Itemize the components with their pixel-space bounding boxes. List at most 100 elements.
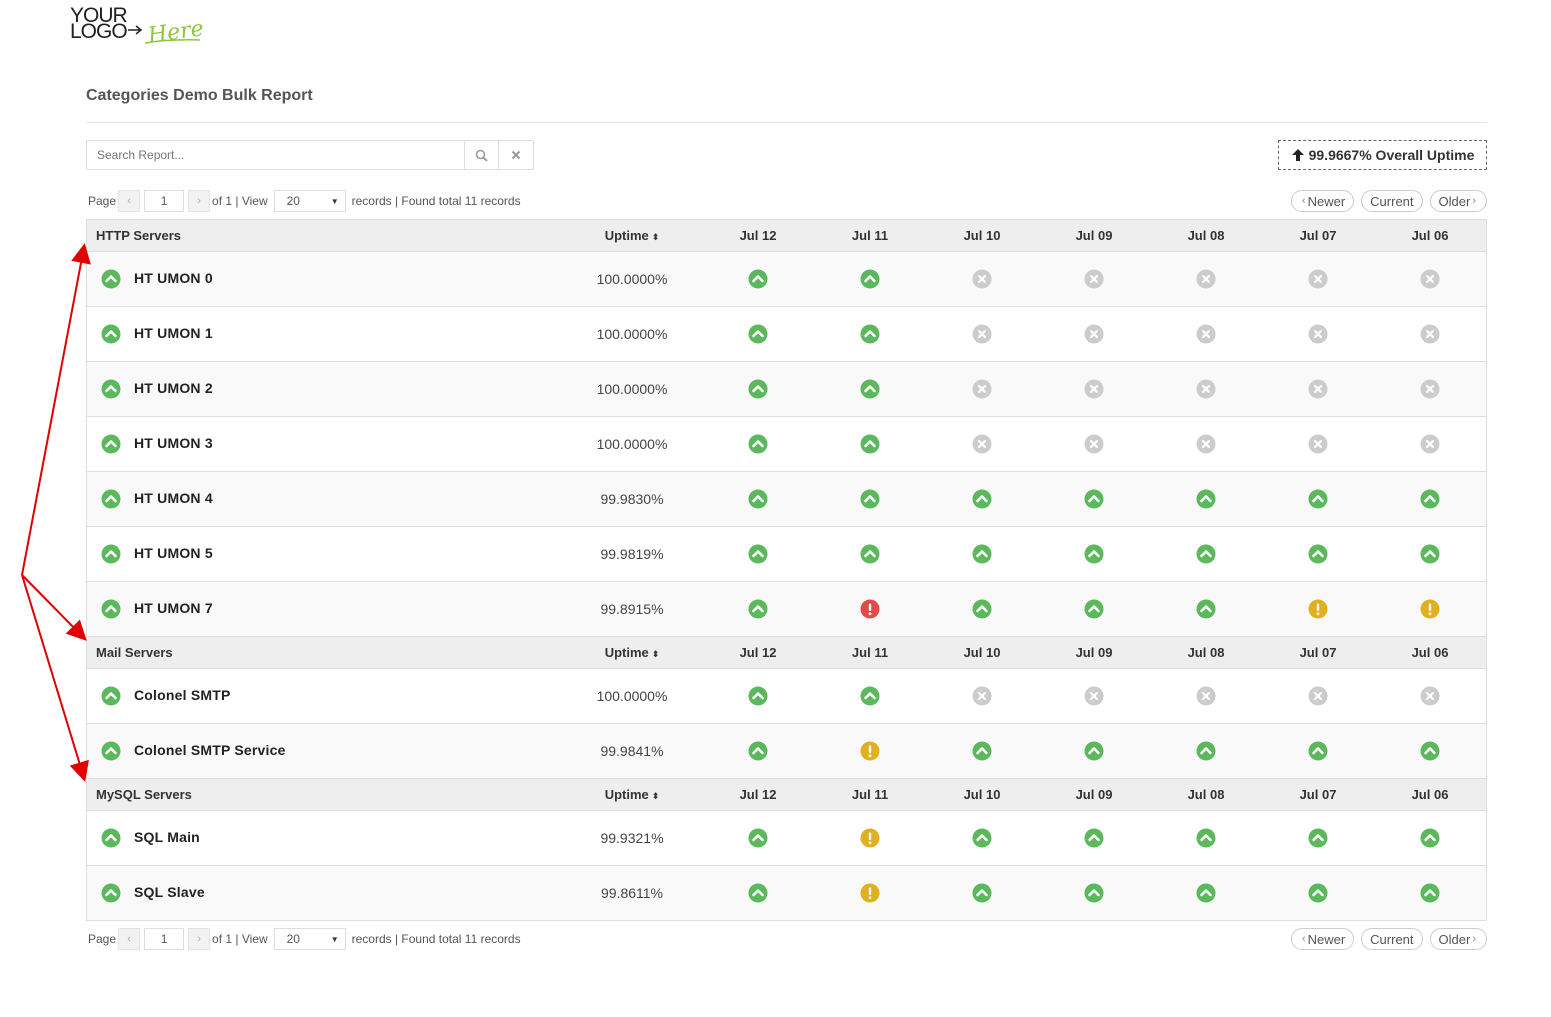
status-no-data-icon [972, 686, 992, 706]
status-no-data-icon [1084, 379, 1104, 399]
report-table: HTTP Servers Uptime ⬍ Jul 12 Jul 11 Jul 10 Jul… [86, 219, 1487, 921]
pager-page-input[interactable]: 1 [144, 928, 185, 950]
pager-prev-button[interactable]: ‹ [118, 190, 141, 212]
group-header: Mail Servers Uptime ⬍ Jul 12 Jul 11 Jul 10 Jul… [87, 637, 1486, 669]
pager-records-text: records | Found total 11 records [351, 194, 521, 208]
date-column-header: Jul 06 [1411, 228, 1449, 243]
status-up-icon [748, 686, 768, 706]
status-up-icon [748, 828, 768, 848]
search-input[interactable] [86, 140, 464, 170]
monitor-name[interactable]: HT UMON 1 [134, 325, 213, 341]
group-name: MySQL Servers [96, 787, 192, 802]
status-up-icon [1084, 828, 1104, 848]
status-up-icon [860, 686, 880, 706]
status-no-data-icon [1308, 269, 1328, 289]
status-up-icon [1196, 883, 1216, 903]
status-up-icon [1308, 828, 1328, 848]
status-up-icon [860, 324, 880, 344]
older-label: Older [1438, 193, 1471, 209]
pager-top: Page ‹ 1 › of 1 | View 20 ▼ records | Fou… [86, 190, 523, 212]
status-no-data-icon [972, 379, 992, 399]
uptime-sort-header[interactable]: Uptime ⬍ [605, 645, 660, 660]
newer-button[interactable]: ‹ Newer [1290, 190, 1355, 212]
group-header: HTTP Servers Uptime ⬍ Jul 12 Jul 11 Jul 10 Jul… [87, 220, 1486, 252]
status-down-icon [860, 599, 880, 619]
monitor-row[interactable]: HT UMON 0 100.0000% [87, 252, 1486, 307]
status-no-data-icon [1420, 324, 1440, 344]
monitor-name[interactable]: HT UMON 2 [134, 380, 213, 396]
monitor-name[interactable]: HT UMON 0 [134, 270, 213, 286]
monitor-row[interactable]: HT UMON 7 99.8915% [87, 582, 1486, 637]
older-label: Older [1438, 931, 1471, 947]
date-column-header: Jul 11 [851, 228, 889, 243]
monitor-name[interactable]: HT UMON 3 [134, 435, 213, 451]
monitor-name[interactable]: Colonel SMTP [134, 687, 231, 703]
monitor-name[interactable]: SQL Slave [134, 884, 205, 900]
monitor-name[interactable]: Colonel SMTP Service [134, 742, 286, 758]
current-button[interactable]: Current [1361, 928, 1423, 950]
status-up-icon [1308, 544, 1328, 564]
status-up-icon [101, 489, 121, 509]
clear-search-button[interactable] [499, 140, 534, 170]
monitor-row[interactable]: HT UMON 2 100.0000% [87, 362, 1486, 417]
pager-view-select[interactable]: 20 ▼ [273, 190, 346, 212]
history-nav-bottom: ‹ Newer Current Older › [1290, 928, 1487, 950]
older-button[interactable]: Older › [1429, 928, 1487, 950]
status-no-data-icon [1196, 324, 1216, 344]
status-up-icon [860, 434, 880, 454]
monitor-row[interactable]: Colonel SMTP Service 99.9841% [87, 724, 1486, 779]
uptime-sort-header[interactable]: Uptime ⬍ [605, 228, 660, 243]
status-up-icon [748, 324, 768, 344]
date-column-header: Jul 07 [1299, 228, 1337, 243]
monitor-uptime: 100.0000% [596, 271, 668, 287]
pager-page-input[interactable]: 1 [144, 190, 185, 212]
monitor-row[interactable]: Colonel SMTP 100.0000% [87, 669, 1486, 724]
monitor-uptime: 100.0000% [596, 436, 668, 452]
newer-button[interactable]: ‹ Newer [1290, 928, 1355, 950]
pager-next-button[interactable]: › [188, 928, 211, 950]
monitor-name[interactable]: HT UMON 5 [134, 545, 213, 561]
current-label: Current [1370, 931, 1414, 947]
pager-prev-button[interactable]: ‹ [118, 928, 141, 950]
pager-view-select[interactable]: 20 ▼ [273, 928, 346, 950]
status-up-icon [748, 599, 768, 619]
status-up-icon [860, 269, 880, 289]
monitor-row[interactable]: SQL Slave 99.8611% [87, 866, 1486, 920]
status-up-icon [101, 434, 121, 454]
status-no-data-icon [1420, 434, 1440, 454]
newer-label: Newer [1307, 193, 1346, 209]
monitor-row[interactable]: SQL Main 99.9321% [87, 811, 1486, 866]
current-button[interactable]: Current [1361, 190, 1423, 212]
date-column-header: Jul 08 [1187, 787, 1225, 802]
date-column-header: Jul 09 [1075, 228, 1113, 243]
status-up-icon [1084, 544, 1104, 564]
uptime-sort-header[interactable]: Uptime ⬍ [605, 787, 660, 802]
monitor-row[interactable]: HT UMON 4 99.9830% [87, 472, 1486, 527]
status-up-icon [748, 379, 768, 399]
status-no-data-icon [1308, 434, 1328, 454]
status-warning-icon [1420, 599, 1440, 619]
search-button[interactable] [464, 140, 499, 170]
older-button[interactable]: Older › [1429, 190, 1487, 212]
monitor-name[interactable]: HT UMON 4 [134, 490, 213, 506]
status-no-data-icon [1308, 324, 1328, 344]
status-up-icon [1196, 741, 1216, 761]
monitor-name[interactable]: HT UMON 7 [134, 600, 213, 616]
monitor-row[interactable]: HT UMON 3 100.0000% [87, 417, 1486, 472]
status-no-data-icon [972, 434, 992, 454]
date-column-header: Jul 06 [1411, 645, 1449, 660]
chevron-right-icon: › [1472, 933, 1476, 945]
logo: YOUR LOGO Here [70, 5, 210, 50]
monitor-row[interactable]: HT UMON 5 99.9819% [87, 527, 1486, 582]
monitor-name[interactable]: SQL Main [134, 829, 200, 845]
pager-next-button[interactable]: › [188, 190, 211, 212]
status-up-icon [972, 489, 992, 509]
date-column-header: Jul 07 [1299, 787, 1337, 802]
status-no-data-icon [1084, 269, 1104, 289]
status-no-data-icon [1196, 686, 1216, 706]
status-up-icon [1308, 883, 1328, 903]
monitor-row[interactable]: HT UMON 1 100.0000% [87, 307, 1486, 362]
arrow-up-icon [1291, 149, 1304, 161]
date-column-header: Jul 07 [1299, 645, 1337, 660]
status-no-data-icon [1308, 379, 1328, 399]
